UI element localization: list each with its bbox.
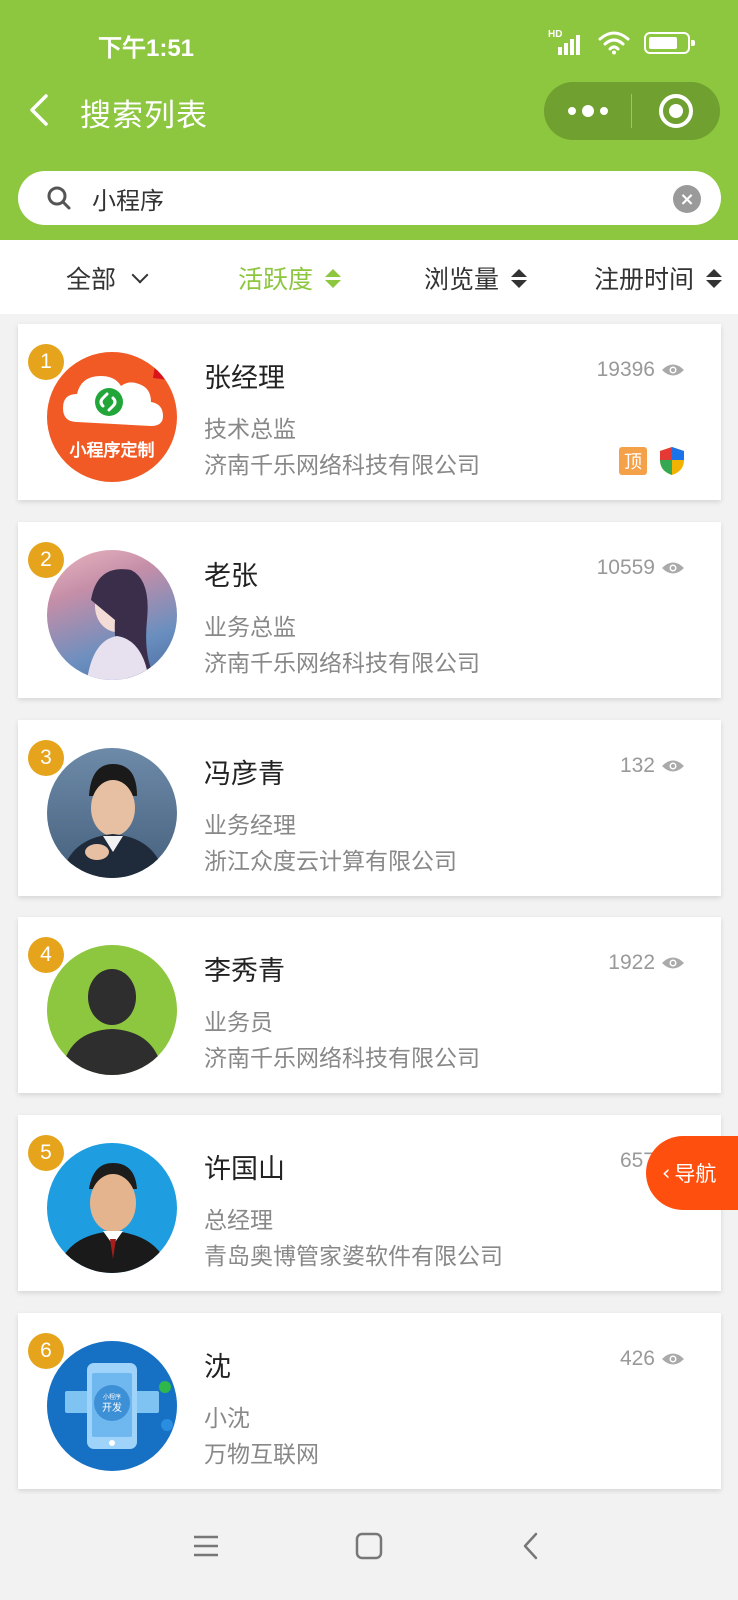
view-count: 426 (620, 1347, 685, 1371)
list-item[interactable]: 4 李秀青 业务员 济南千乐网络科技有限公司 1922 (18, 917, 721, 1093)
search-icon (47, 186, 71, 210)
view-count: 19396 (597, 358, 685, 382)
list-item[interactable]: 1 小程序定制 张经理 技术总监 济南千乐网络科技有限公司 19396 顶 (18, 324, 721, 500)
filter-all-label: 全部 (66, 265, 117, 294)
contact-title: 小沈 (204, 1406, 250, 1432)
page-title: 搜索列表 (80, 98, 208, 134)
view-count-value: 10559 (596, 556, 655, 579)
view-count-value: 132 (619, 754, 655, 777)
filter-views-label: 浏览量 (424, 265, 500, 294)
view-count-value: 19396 (596, 358, 655, 381)
close-mini-program-button[interactable] (632, 82, 720, 140)
avatar-text: 小程序定制 (70, 440, 155, 461)
home-icon[interactable] (353, 1530, 385, 1562)
avatar-text-2: 开发 (102, 1401, 122, 1414)
eye-icon (662, 1353, 684, 1365)
sort-icon (325, 268, 342, 288)
rank-badge: 4 (28, 937, 64, 973)
search-box: × (18, 171, 721, 225)
floating-nav-button[interactable]: ‹ 导航 (646, 1136, 738, 1210)
floating-nav-label: 导航 (674, 1162, 717, 1186)
contact-company: 济南千乐网络科技有限公司 (204, 651, 480, 677)
list-item[interactable]: 3 冯彦青 业务经理 浙江众度云计算有限公司 132 (18, 720, 721, 896)
rank-badge: 3 (28, 740, 64, 776)
more-button[interactable] (544, 82, 631, 140)
avatar (47, 748, 177, 878)
signal-icon: HD (548, 29, 584, 55)
list-item[interactable]: 6 小程序 开发 沈 小沈 万物互联网 426 (18, 1313, 721, 1489)
filter-activity-label: 活跃度 (238, 265, 314, 294)
menu-icon[interactable] (190, 1530, 222, 1562)
filter-bar: 全部 活跃度 浏览量 注册时间 (0, 240, 738, 314)
contact-name: 老张 (204, 561, 258, 592)
contact-name: 许国山 (204, 1154, 285, 1185)
rank-badge: 6 (28, 1333, 64, 1369)
target-icon (659, 94, 693, 128)
filter-register-time-label: 注册时间 (594, 265, 695, 294)
sort-icon (706, 268, 723, 288)
contact-title: 技术总监 (204, 417, 296, 443)
rank-badge: 2 (28, 542, 64, 578)
eye-icon (662, 957, 684, 969)
chevron-left-icon: ‹ (662, 1161, 671, 1185)
avatar (47, 550, 177, 680)
system-nav-bar (0, 1494, 738, 1600)
contact-name: 冯彦青 (204, 759, 285, 790)
filter-activity[interactable]: 活跃度 (238, 260, 342, 296)
view-count: 10559 (597, 556, 685, 580)
sort-icon (511, 268, 528, 288)
view-count: 1922 (608, 951, 685, 975)
filter-views[interactable]: 浏览量 (424, 260, 528, 296)
contact-title: 业务员 (204, 1010, 273, 1036)
contact-title: 业务经理 (204, 813, 296, 839)
battery-icon (644, 32, 695, 54)
view-count-value: 1922 (608, 951, 655, 974)
status-icons: HD (548, 29, 695, 56)
chevron-down-icon (131, 266, 149, 284)
avatar: 小程序定制 (47, 352, 177, 482)
shield-icon (660, 447, 684, 475)
clear-icon[interactable]: × (673, 185, 701, 213)
contact-name: 沈 (204, 1352, 231, 1383)
avatar: 小程序 开发 (47, 1341, 177, 1471)
app-header: 下午1:51 HD 搜索列表 (0, 0, 738, 156)
view-count: 132 (620, 754, 685, 778)
contact-name: 李秀青 (204, 956, 285, 987)
filter-all[interactable]: 全部 (66, 260, 149, 296)
list-item[interactable]: 2 老张 业务总监 济南千乐网络科技有限公司 10559 (18, 522, 721, 698)
view-count-value: 426 (619, 1347, 655, 1370)
contact-name: 张经理 (204, 363, 285, 394)
list-item[interactable]: 5 许国山 总经理 青岛奥博管家婆软件有限公司 657 (18, 1115, 721, 1291)
contact-title: 总经理 (204, 1208, 273, 1234)
contact-title: 业务总监 (204, 615, 296, 641)
eye-icon (662, 562, 684, 574)
back-icon[interactable] (516, 1530, 548, 1562)
rank-badge: 1 (28, 344, 64, 380)
eye-icon (662, 760, 684, 772)
contact-company: 济南千乐网络科技有限公司 (204, 453, 480, 479)
badges: 顶 (619, 446, 685, 476)
filter-register-time[interactable]: 注册时间 (594, 260, 723, 296)
mini-program-capsule (544, 82, 720, 140)
back-arrow-icon[interactable] (26, 92, 54, 128)
avatar (47, 1143, 177, 1273)
contact-company: 万物互联网 (204, 1442, 319, 1468)
wifi-icon (598, 31, 630, 55)
status-time: 下午1:51 (98, 35, 195, 62)
pinned-badge: 顶 (619, 447, 647, 475)
contact-company: 济南千乐网络科技有限公司 (204, 1046, 480, 1072)
avatar (47, 945, 177, 1075)
contact-company: 浙江众度云计算有限公司 (204, 849, 457, 875)
avatar-text-1: 小程序 (103, 1393, 121, 1401)
rank-badge: 5 (28, 1135, 64, 1171)
search-bar: × (0, 156, 738, 240)
eye-icon (662, 364, 684, 376)
search-input[interactable] (92, 179, 652, 217)
contact-company: 青岛奥博管家婆软件有限公司 (204, 1244, 503, 1270)
